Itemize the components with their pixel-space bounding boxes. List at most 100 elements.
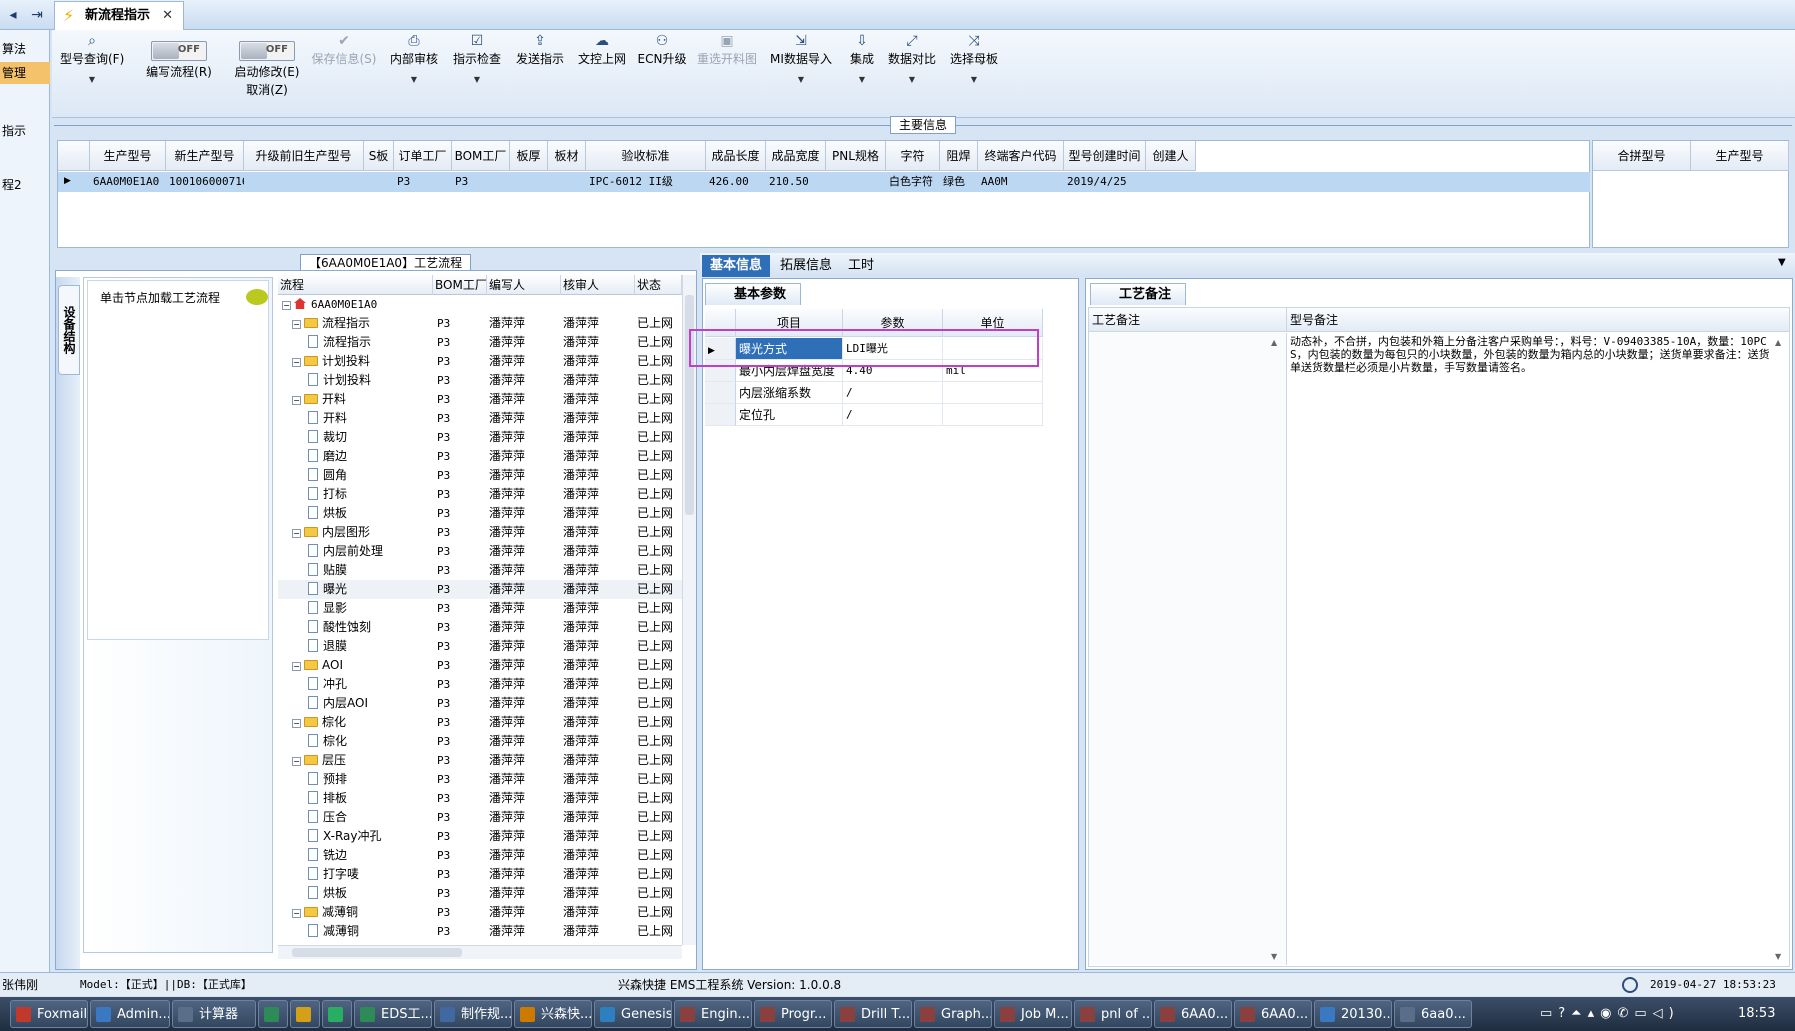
chevron-down-icon[interactable]: ▼: [447, 68, 507, 92]
tree-row[interactable]: 冲孔 P3 潘萍萍 潘萍萍 已上网: [278, 675, 682, 694]
tree-root[interactable]: −6AA0M0E1A0: [278, 295, 682, 314]
tree-row[interactable]: 贴膜 P3 潘萍萍 潘萍萍 已上网: [278, 561, 682, 580]
taskbar-item[interactable]: 制作规...: [434, 1000, 512, 1028]
table-cell[interactable]: [1146, 172, 1196, 192]
vertical-scrollbar[interactable]: [682, 275, 696, 945]
main-col-15[interactable]: 型号创建时间: [1064, 141, 1146, 171]
main-col-3[interactable]: S板: [364, 141, 394, 171]
tree-row[interactable]: − 开料 P3 潘萍萍 潘萍萍 已上网: [278, 390, 682, 409]
tab-work-hours[interactable]: 工时: [840, 255, 882, 277]
table-cell[interactable]: 2019/4/25: [1064, 172, 1146, 192]
scroll-down-icon[interactable]: ▼: [1271, 952, 1277, 961]
tree-row[interactable]: 磨边 P3 潘萍萍 潘萍萍 已上网: [278, 447, 682, 466]
horizontal-scrollbar[interactable]: [278, 945, 682, 959]
process-remark-text[interactable]: [1089, 333, 1287, 965]
chevron-down-icon[interactable]: ▼: [944, 68, 1004, 92]
main-col-8[interactable]: 验收标准: [586, 141, 706, 171]
select-master-button[interactable]: ⤨ 选择母板 ▼: [944, 32, 1004, 92]
tree-row[interactable]: 酸性蚀刻 P3 潘萍萍 潘萍萍 已上网: [278, 618, 682, 637]
left-nav-item[interactable]: 算法: [0, 38, 50, 60]
table-cell[interactable]: [364, 172, 394, 192]
tree-row[interactable]: 打标 P3 潘萍萍 潘萍萍 已上网: [278, 485, 682, 504]
collapse-icon[interactable]: −: [292, 529, 301, 538]
tree-row[interactable]: 预排 P3 潘萍萍 潘萍萍 已上网: [278, 770, 682, 789]
system-tray-icons[interactable]: ▭?⏶▴◉✆▭◁): [1540, 997, 1720, 1031]
scroll-down-icon[interactable]: ▼: [1775, 952, 1781, 961]
tree-row[interactable]: 曝光 P3 潘萍萍 潘萍萍 已上网: [278, 580, 682, 599]
table-cell[interactable]: 6AA0M0E1A0: [90, 172, 166, 192]
merge-production-model-col[interactable]: 生产型号: [1691, 141, 1789, 171]
tree-row[interactable]: 减薄铜 P3 潘萍萍 潘萍萍 已上网: [278, 922, 682, 941]
param-value-cell[interactable]: /: [843, 382, 943, 404]
table-cell[interactable]: 绿色: [940, 172, 978, 192]
tree-row[interactable]: − 内层图形 P3 潘萍萍 潘萍萍 已上网: [278, 523, 682, 542]
back-arrow-icon[interactable]: ◂: [2, 4, 24, 26]
param-value-cell[interactable]: /: [843, 404, 943, 426]
table-cell[interactable]: [548, 172, 586, 192]
main-col-9[interactable]: 成品长度: [706, 141, 766, 171]
main-col-13[interactable]: 阻焊: [940, 141, 978, 171]
tab-extended-info[interactable]: 拓展信息: [772, 255, 840, 277]
model-remark-text[interactable]: 动态补，不合拼，内包装和外箱上分备注客户采购单号：，料号：V-09403385-…: [1290, 335, 1772, 961]
scroll-up-icon[interactable]: ▲: [1271, 338, 1277, 347]
table-cell[interactable]: P3: [452, 172, 510, 192]
taskbar-item[interactable]: pnl of ...: [1074, 1000, 1152, 1028]
main-col-5[interactable]: BOM工厂: [452, 141, 510, 171]
tree-row[interactable]: 开料 P3 潘萍萍 潘萍萍 已上网: [278, 409, 682, 428]
main-col-10[interactable]: 成品宽度: [766, 141, 826, 171]
scroll-up-icon[interactable]: ▲: [1775, 338, 1781, 347]
tree-row[interactable]: 计划投料 P3 潘萍萍 潘萍萍 已上网: [278, 371, 682, 390]
collapse-icon[interactable]: −: [292, 358, 301, 367]
col-bom-factory[interactable]: BOM工厂: [433, 275, 487, 295]
chevron-down-icon[interactable]: ▼: [1778, 257, 1786, 268]
table-cell[interactable]: 白色字符: [886, 172, 940, 192]
tree-row[interactable]: 显影 P3 潘萍萍 潘萍萍 已上网: [278, 599, 682, 618]
taskbar-item[interactable]: 计算器: [172, 1000, 256, 1028]
left-nav-item[interactable]: 指示: [0, 120, 50, 142]
tree-row[interactable]: − AOI P3 潘萍萍 潘萍萍 已上网: [278, 656, 682, 675]
chevron-down-icon[interactable]: ▼: [844, 68, 880, 92]
col-process-remark[interactable]: 工艺备注: [1089, 308, 1287, 332]
taskbar-item[interactable]: [258, 1000, 288, 1028]
taskbar-item[interactable]: Admin...: [90, 1000, 170, 1028]
table-cell[interactable]: 10010600071648: [166, 172, 244, 192]
main-col-6[interactable]: 板厚: [510, 141, 548, 171]
taskbar-item[interactable]: [322, 1000, 352, 1028]
tree-row[interactable]: 棕化 P3 潘萍萍 潘萍萍 已上网: [278, 732, 682, 751]
table-cell[interactable]: 426.00: [706, 172, 766, 192]
instruction-check-button[interactable]: ☑ 指示检查 ▼: [447, 32, 507, 92]
taskbar-item[interactable]: Drill T...: [834, 1000, 912, 1028]
table-cell[interactable]: AA0M: [978, 172, 1064, 192]
tree-row[interactable]: 内层前处理 P3 潘萍萍 潘萍萍 已上网: [278, 542, 682, 561]
tree-row[interactable]: − 流程指示 P3 潘萍萍 潘萍萍 已上网: [278, 314, 682, 333]
tree-row[interactable]: 烘板 P3 潘萍萍 潘萍萍 已上网: [278, 504, 682, 523]
collapse-icon[interactable]: −: [292, 662, 301, 671]
enable-edit-toggle[interactable]: OFF: [239, 41, 295, 61]
merge-model-col[interactable]: 合拼型号: [1593, 141, 1691, 171]
chevron-down-icon[interactable]: ▼: [882, 68, 942, 92]
collapse-icon[interactable]: −: [282, 301, 291, 310]
left-nav-item-active[interactable]: 管理: [0, 62, 50, 84]
param-row[interactable]: 内层涨缩系数 /: [705, 382, 1073, 404]
collapse-icon[interactable]: −: [292, 320, 301, 329]
scroll-thumb[interactable]: [685, 295, 694, 515]
tree-row[interactable]: − 棕化 P3 潘萍萍 潘萍萍 已上网: [278, 713, 682, 732]
tree-row[interactable]: 铣边 P3 潘萍萍 潘萍萍 已上网: [278, 846, 682, 865]
taskbar-item[interactable]: EDS工...: [354, 1000, 432, 1028]
col-status[interactable]: 状态: [635, 275, 682, 295]
tab-new-process-instruction[interactable]: ⚡ 新流程指示 ✕: [54, 1, 184, 30]
taskbar-item[interactable]: 6AA0...: [1234, 1000, 1312, 1028]
collapse-icon[interactable]: −: [292, 719, 301, 728]
reselect-material-button[interactable]: ▣ 重选开料图: [692, 32, 762, 68]
tree-row[interactable]: 排板 P3 潘萍萍 潘萍萍 已上网: [278, 789, 682, 808]
model-query-button[interactable]: ⌕ 型号查询(F) ▼: [60, 32, 124, 92]
main-col-16[interactable]: 创建人: [1146, 141, 1196, 171]
login-arrow-icon[interactable]: ⇥: [26, 4, 48, 26]
table-cell[interactable]: 210.50: [766, 172, 826, 192]
mi-import-button[interactable]: ⇲ MI数据导入 ▼: [766, 32, 836, 92]
col-reviewer[interactable]: 核审人: [561, 275, 635, 295]
integrate-button[interactable]: ⇩ 集成 ▼: [844, 32, 880, 92]
param-row[interactable]: 定位孔 /: [705, 404, 1073, 426]
table-cell[interactable]: IPC-6012 II级: [586, 172, 706, 192]
main-col-11[interactable]: PNL规格: [826, 141, 886, 171]
